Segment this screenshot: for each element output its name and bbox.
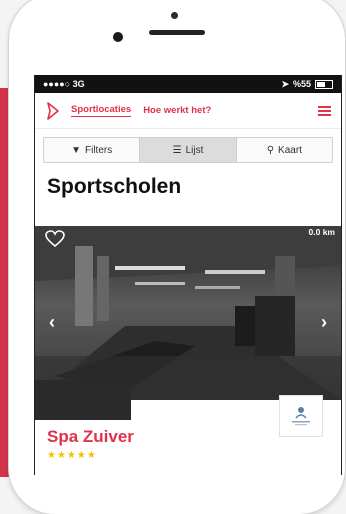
phone-camera: [113, 32, 123, 42]
battery-icon: [315, 79, 333, 89]
tab-kaart[interactable]: ⚲ Kaart: [236, 138, 332, 162]
tab-lijst[interactable]: ☰ Lijst: [140, 138, 237, 162]
tab-filters[interactable]: ▼ Filters: [44, 138, 141, 162]
phone-speaker: [149, 30, 205, 35]
status-right: ➤ %55: [281, 79, 333, 90]
heart-icon[interactable]: [45, 230, 65, 248]
phone-sensor: [171, 12, 178, 19]
top-nav: Sportlocaties Hoe werkt het?: [35, 93, 341, 129]
phone-screen: ●●●●○ 3G ➤ %55 Sportlocaties Hoe werkt h…: [34, 75, 342, 475]
list-icon: ☰: [172, 144, 182, 156]
chevron-left-icon[interactable]: ‹: [49, 312, 55, 333]
tab-kaart-label: Kaart: [278, 144, 302, 156]
location-icon: ➤: [281, 78, 289, 89]
gym-photo[interactable]: [35, 226, 341, 400]
status-bar: ●●●●○ 3G ➤ %55: [35, 75, 341, 93]
caption-bar: [35, 400, 131, 420]
page-title: Sportscholen: [47, 175, 182, 198]
star-rating: ★★★★★: [47, 450, 97, 461]
photo-caption-bar: [35, 380, 131, 400]
nav-hoe-werkt-het[interactable]: Hoe werkt het?: [143, 105, 211, 116]
club-name[interactable]: Spa Zuiver: [47, 427, 134, 447]
battery-percent: %55: [292, 79, 311, 89]
view-tabs: ▼ Filters ☰ Lijst ⚲ Kaart: [43, 137, 333, 163]
filter-icon: ▼: [71, 144, 81, 156]
tab-filters-label: Filters: [85, 144, 113, 156]
distance-label: 0.0 km: [308, 227, 335, 237]
logo-icon[interactable]: [45, 101, 61, 121]
tab-lijst-label: Lijst: [185, 144, 204, 156]
hamburger-icon[interactable]: [318, 105, 331, 116]
club-logo: [279, 395, 323, 437]
club-logo-icon: [292, 407, 310, 426]
phone-frame: ●●●●○ 3G ➤ %55 Sportlocaties Hoe werkt h…: [9, 0, 345, 514]
nav-sportlocaties[interactable]: Sportlocaties: [71, 104, 132, 117]
carrier-signal: ●●●●○ 3G: [43, 79, 85, 89]
map-pin-icon: ⚲: [266, 144, 275, 156]
chevron-right-icon[interactable]: ›: [321, 312, 327, 333]
gym-photo-image: [35, 226, 341, 400]
